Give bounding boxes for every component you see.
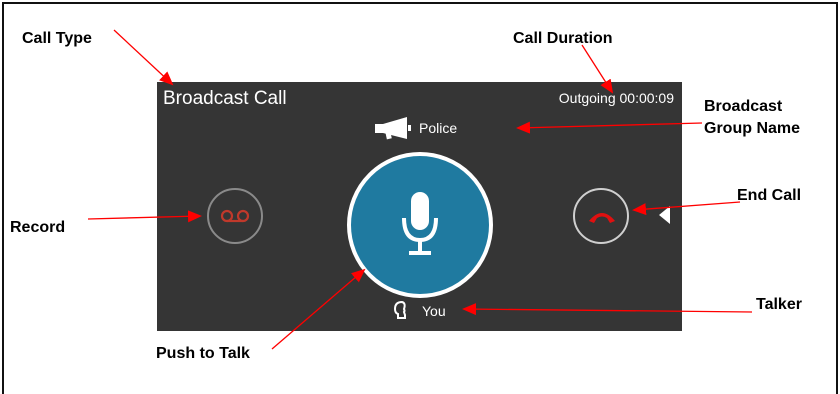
- call-duration-arrow: [581, 44, 614, 94]
- talker-arrow: [462, 303, 753, 316]
- group-name-arrow: [516, 121, 703, 134]
- annotation-arrows: [87, 29, 753, 350]
- end-call-arrow: [632, 201, 741, 216]
- call-type-arrow: [113, 29, 174, 86]
- push-to-talk-arrow: [271, 268, 366, 350]
- record-arrow: [87, 210, 202, 223]
